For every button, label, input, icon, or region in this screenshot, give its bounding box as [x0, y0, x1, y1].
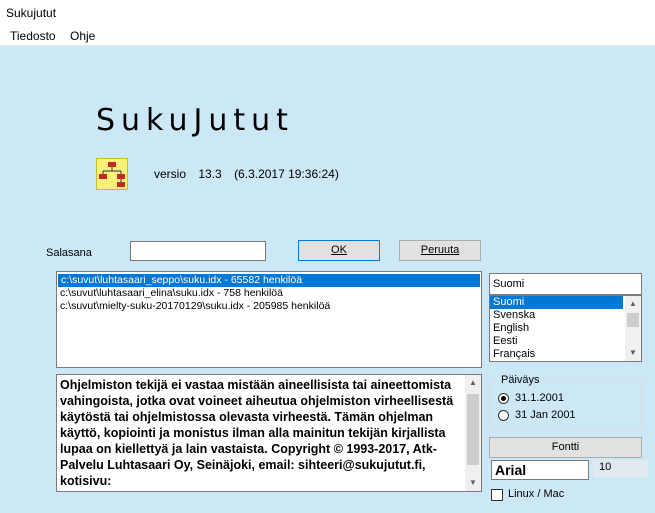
- version-date: (6.3.2017 19:36:24): [234, 167, 339, 181]
- date-format-label-1: 31.1.2001: [515, 392, 564, 404]
- database-list[interactable]: c:\suvut\luhtasaari_seppo\suku.idx - 655…: [56, 271, 482, 368]
- database-item[interactable]: c:\suvut\luhtasaari_seppo\suku.idx - 655…: [58, 274, 480, 287]
- font-name-field: Arial: [491, 460, 589, 480]
- language-option[interactable]: Svenska: [490, 309, 623, 322]
- password-label: Salasana: [46, 247, 92, 259]
- menu-bar: Tiedosto Ohje: [0, 26, 655, 46]
- scroll-up-icon[interactable]: ▲: [625, 296, 641, 312]
- scroll-thumb[interactable]: [627, 313, 639, 327]
- language-option[interactable]: English: [490, 322, 623, 335]
- date-format-radio-1[interactable]: [498, 393, 509, 404]
- date-format-title: Päiväys: [498, 374, 543, 386]
- font-size-field: 10: [593, 460, 648, 477]
- disclaimer-text: Ohjelmiston tekijä ei vastaa mistään ain…: [60, 378, 454, 488]
- font-button[interactable]: Fontti: [489, 437, 642, 458]
- language-field[interactable]: Suomi: [489, 273, 642, 295]
- disclaimer-scrollbar[interactable]: ▲ ▼: [465, 375, 481, 491]
- disclaimer-box: Ohjelmiston tekijä ei vastaa mistään ain…: [56, 374, 482, 492]
- linux-mac-checkbox[interactable]: [491, 489, 503, 501]
- language-option[interactable]: Français: [490, 348, 623, 361]
- scroll-down-icon[interactable]: ▼: [465, 475, 481, 491]
- date-format-group: [489, 380, 642, 430]
- date-format-label-2: 31 Jan 2001: [515, 409, 576, 421]
- menu-help[interactable]: Ohje: [70, 29, 95, 43]
- window-title: Sukujutut: [6, 6, 57, 20]
- password-input[interactable]: [130, 241, 266, 261]
- version-info: versio 13.3 (6.3.2017 19:36:24): [154, 167, 339, 181]
- app-logo: SukuJutut: [96, 103, 294, 138]
- language-scrollbar[interactable]: ▲ ▼: [625, 296, 641, 361]
- scroll-down-icon[interactable]: ▼: [625, 345, 641, 361]
- language-list[interactable]: Suomi Svenska English Eesti Français ▲ ▼: [489, 295, 642, 362]
- database-item[interactable]: c:\suvut\mielty-suku-20170129\suku.idx -…: [57, 300, 481, 313]
- cancel-button[interactable]: Peruuta: [399, 240, 481, 261]
- database-item[interactable]: c:\suvut\luhtasaari_elina\suku.idx - 758…: [57, 287, 481, 300]
- ok-button[interactable]: OK: [298, 240, 380, 261]
- language-option[interactable]: Eesti: [490, 335, 623, 348]
- scroll-thumb[interactable]: [467, 394, 479, 465]
- linux-mac-label: Linux / Mac: [508, 488, 565, 500]
- menu-file[interactable]: Tiedosto: [10, 29, 56, 43]
- language-option[interactable]: Suomi: [490, 296, 623, 309]
- date-format-radio-2[interactable]: [498, 410, 509, 421]
- version-label: versio: [154, 167, 187, 181]
- family-tree-icon: [96, 158, 128, 190]
- title-bar: Sukujutut: [0, 0, 655, 26]
- scroll-up-icon[interactable]: ▲: [465, 375, 481, 391]
- version-number: 13.3: [198, 167, 222, 181]
